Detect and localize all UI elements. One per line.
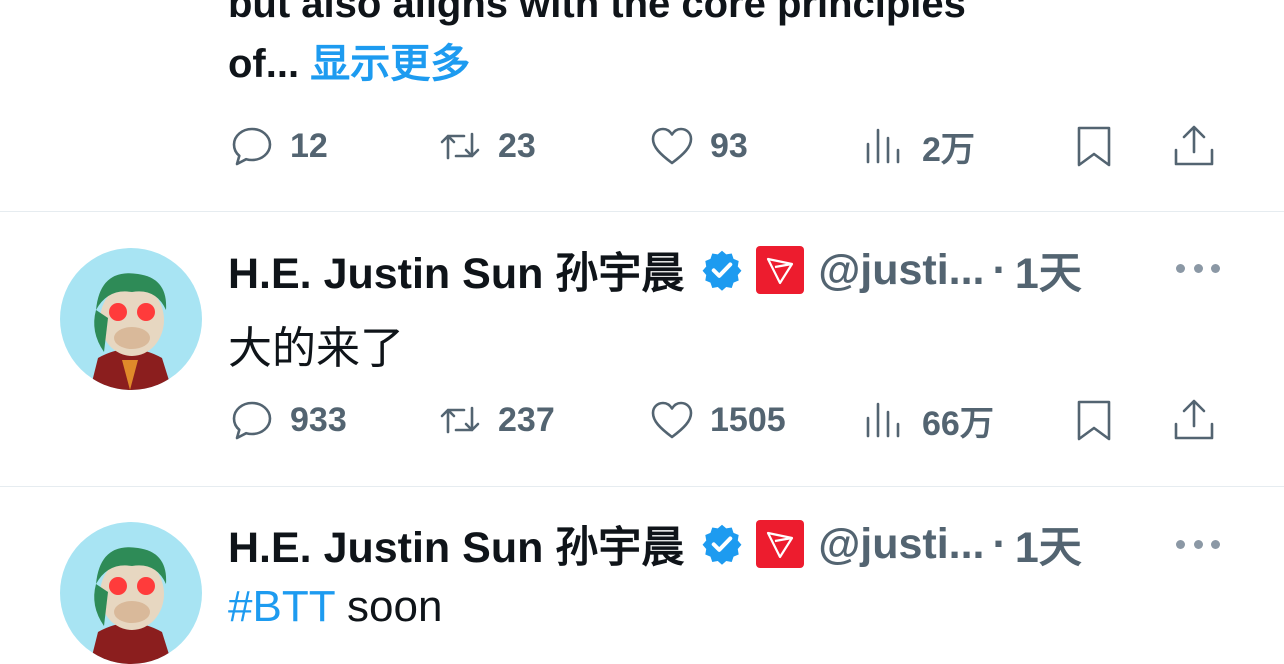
like-count: 93 bbox=[710, 126, 748, 165]
tweet-action-bar: 933 237 1505 66万 bbox=[0, 390, 1284, 450]
retweet-count: 23 bbox=[498, 126, 536, 165]
user-handle[interactable]: @justi... bbox=[818, 520, 984, 569]
views-count: 66万 bbox=[922, 404, 994, 443]
retweet-button[interactable]: 237 bbox=[436, 390, 555, 450]
bookmark-button[interactable] bbox=[1070, 390, 1118, 450]
retweet-count: 237 bbox=[498, 400, 555, 439]
views-count: 2万 bbox=[922, 130, 975, 169]
tweet-text-truncated: of... bbox=[228, 42, 300, 86]
tweet-text-line-2: of... 显示更多 bbox=[228, 40, 470, 88]
tweet-header: H.E. Justin Sun 孙宇晨 @justi... · 1天 bbox=[228, 240, 1082, 300]
reply-button[interactable]: 933 bbox=[228, 390, 347, 450]
tweet-text: 大的来了 bbox=[228, 324, 404, 373]
reply-count: 933 bbox=[290, 400, 347, 439]
share-icon bbox=[1174, 125, 1214, 166]
separator-dot: · bbox=[992, 519, 1007, 568]
tweet-text: #BTT soon bbox=[228, 582, 442, 632]
share-icon bbox=[1174, 399, 1214, 440]
retweet-button[interactable]: 23 bbox=[436, 116, 536, 176]
tweet-action-bar: 12 23 93 2万 bbox=[0, 116, 1284, 176]
ape-avatar-icon bbox=[90, 547, 172, 664]
like-button[interactable]: 93 bbox=[648, 116, 748, 176]
user-handle[interactable]: @justi... bbox=[818, 246, 984, 295]
retweet-icon bbox=[440, 406, 480, 434]
display-name[interactable]: H.E. Justin Sun 孙宇晨 bbox=[228, 239, 684, 301]
reply-icon bbox=[232, 127, 272, 166]
reply-count: 12 bbox=[290, 126, 328, 165]
retweet-icon bbox=[440, 132, 480, 160]
views-icon bbox=[866, 402, 900, 438]
show-more-link[interactable]: 显示更多 bbox=[310, 42, 470, 86]
avatar[interactable] bbox=[60, 248, 202, 390]
verified-badge-icon bbox=[702, 250, 742, 291]
reply-icon bbox=[232, 401, 272, 440]
views-button[interactable]: 66万 bbox=[860, 390, 994, 450]
like-count: 1505 bbox=[710, 400, 786, 439]
tweet-divider bbox=[0, 486, 1284, 487]
tron-logo-icon bbox=[756, 520, 805, 568]
tweet-divider bbox=[0, 211, 1284, 212]
display-name[interactable]: H.E. Justin Sun 孙宇晨 bbox=[228, 513, 684, 575]
separator-dot: · bbox=[992, 245, 1007, 294]
avatar[interactable] bbox=[60, 522, 202, 664]
share-button[interactable] bbox=[1170, 116, 1218, 176]
hashtag-link[interactable]: #BTT bbox=[228, 582, 335, 631]
verified-badge-icon bbox=[702, 524, 742, 565]
more-options-icon[interactable] bbox=[1176, 534, 1220, 554]
tweet-text-rest: soon bbox=[334, 582, 443, 631]
more-options-icon[interactable] bbox=[1176, 258, 1220, 278]
tweet-header: H.E. Justin Sun 孙宇晨 @justi... · 1天 bbox=[228, 514, 1082, 574]
views-icon bbox=[866, 128, 900, 164]
views-button[interactable]: 2万 bbox=[860, 116, 975, 176]
like-icon bbox=[651, 127, 693, 165]
like-button[interactable]: 1505 bbox=[648, 390, 786, 450]
bookmark-button[interactable] bbox=[1070, 116, 1118, 176]
tron-logo-icon bbox=[756, 246, 805, 294]
tweet-time[interactable]: 1天 bbox=[1015, 513, 1082, 575]
tweet-text-line-1: but also aligns with the core principles bbox=[228, 0, 966, 26]
reply-button[interactable]: 12 bbox=[228, 116, 328, 176]
like-icon bbox=[651, 401, 693, 439]
bookmark-icon bbox=[1077, 400, 1111, 441]
ape-avatar-icon bbox=[90, 273, 172, 390]
bookmark-icon bbox=[1077, 126, 1111, 167]
share-button[interactable] bbox=[1170, 390, 1218, 450]
tweet-time[interactable]: 1天 bbox=[1015, 239, 1082, 301]
